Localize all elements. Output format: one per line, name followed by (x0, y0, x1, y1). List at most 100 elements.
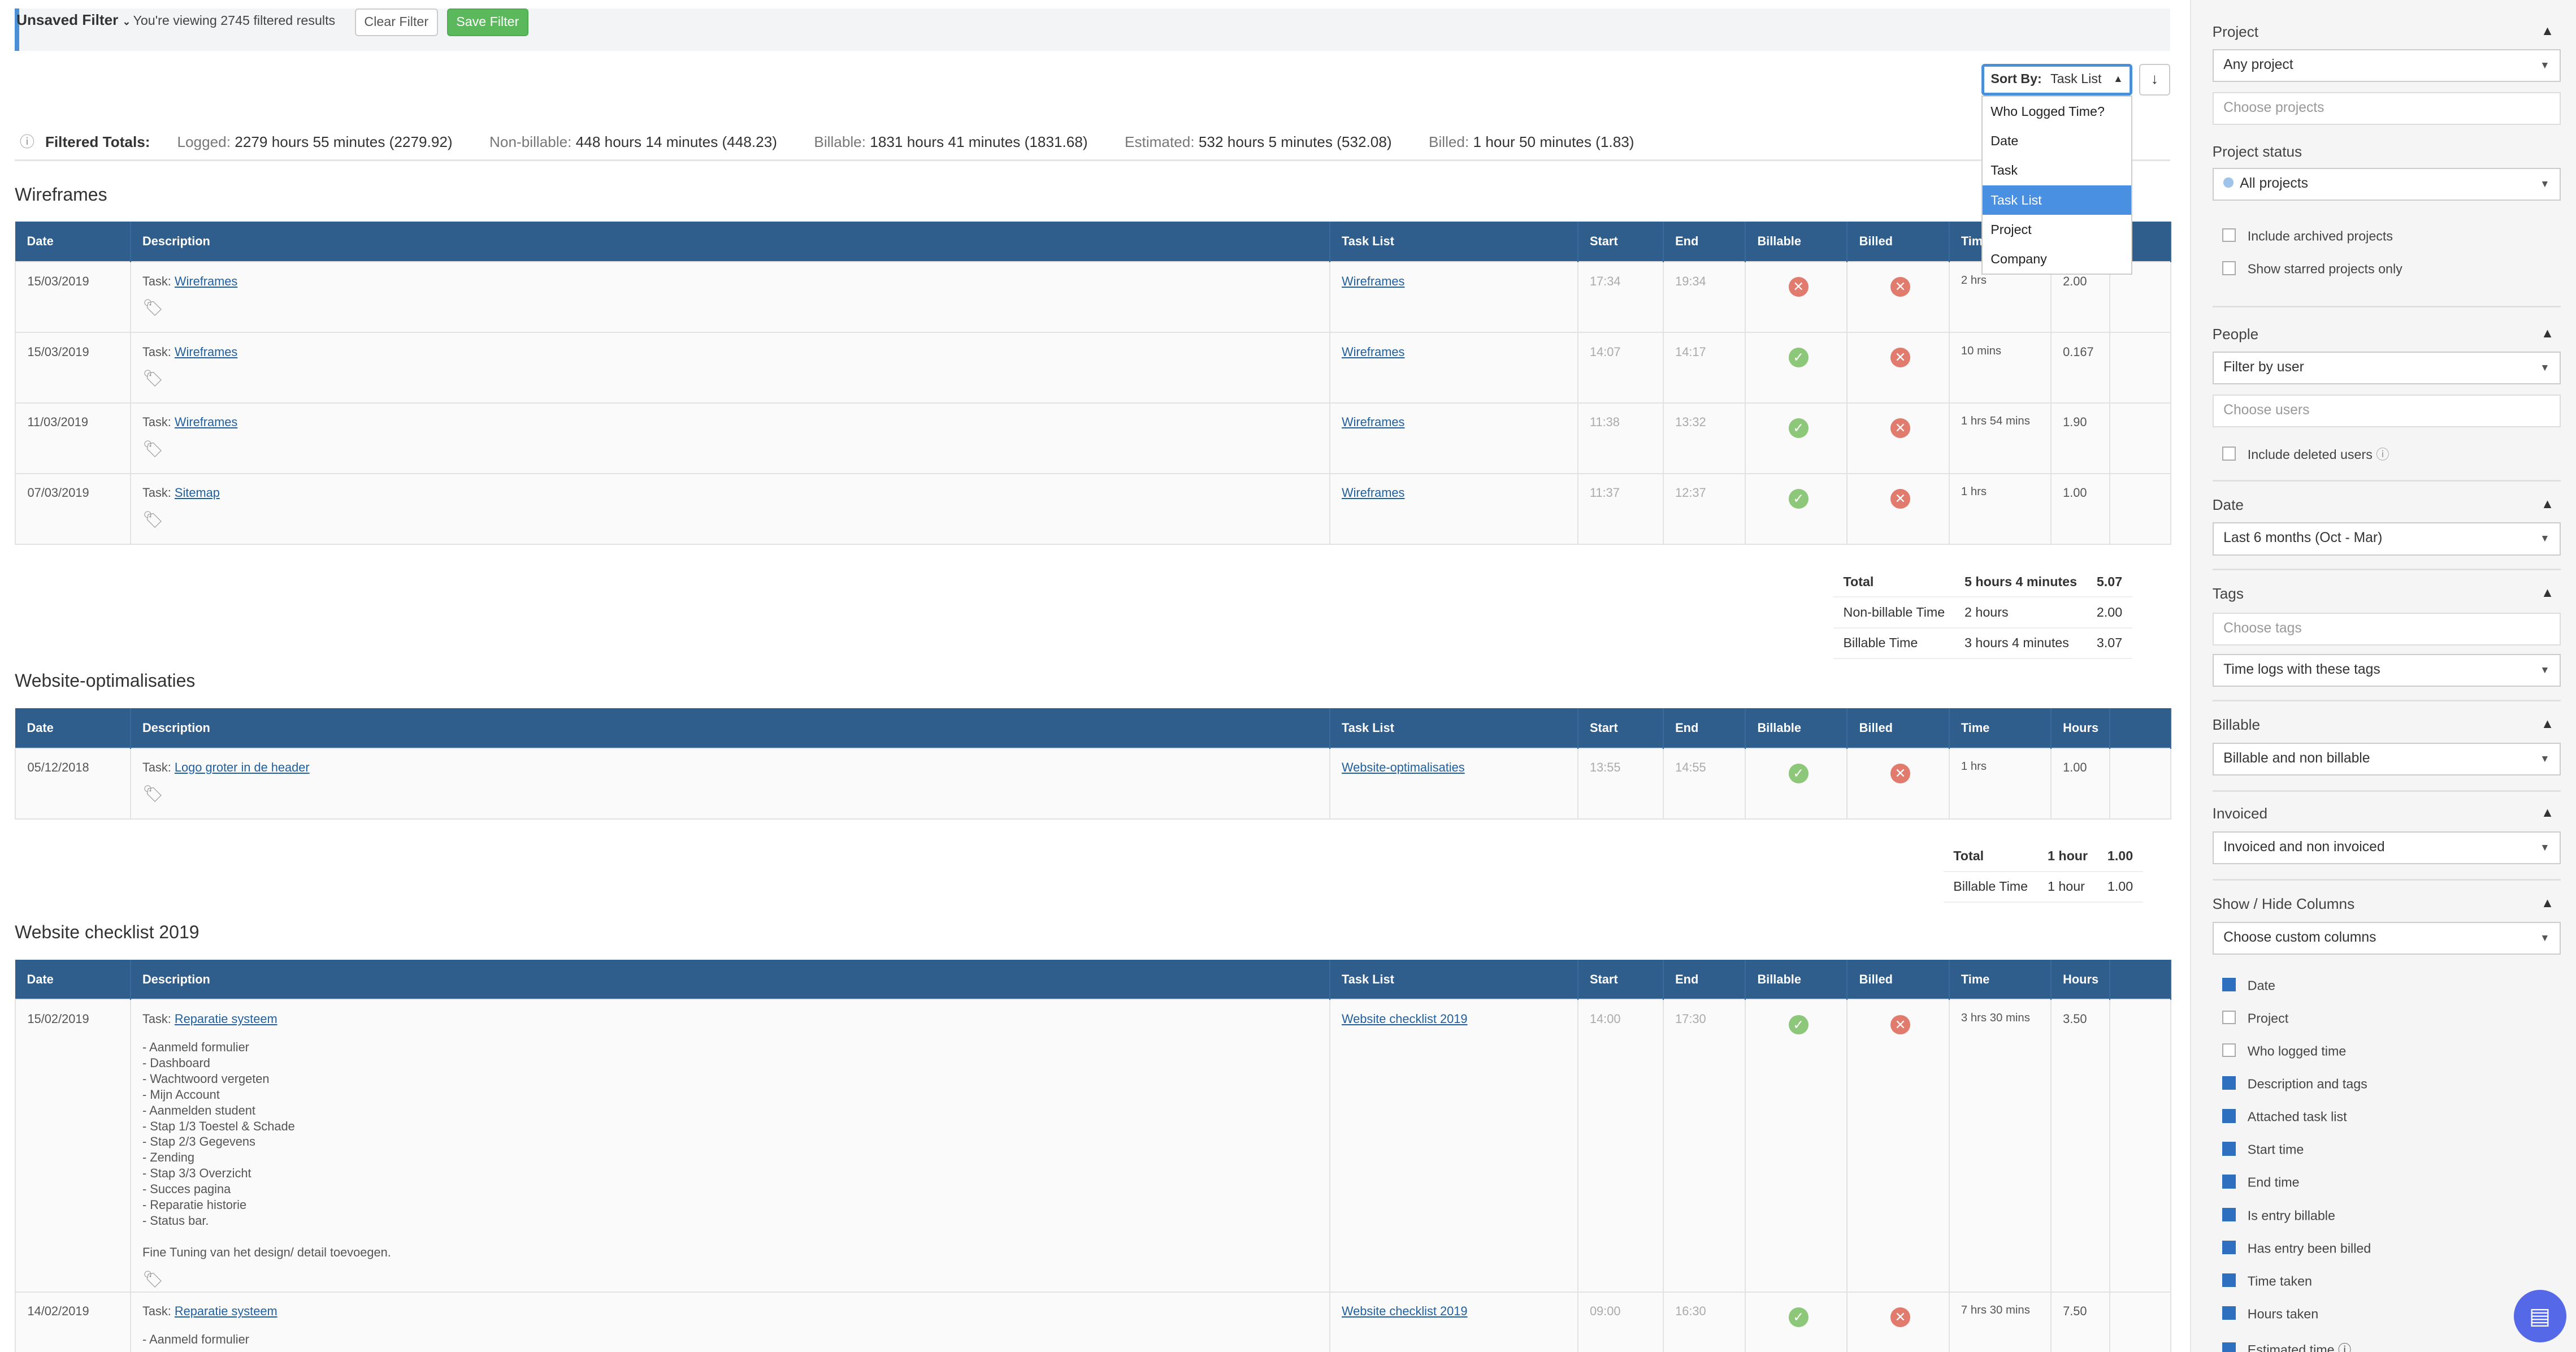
column-toggle-checkbox[interactable]: Time taken (2222, 1273, 2312, 1289)
check-circle-icon[interactable]: ✓ (1788, 1307, 1809, 1327)
task-list-link[interactable]: Website checklist 2019 (1342, 1012, 1468, 1026)
tag-icon[interactable]: 🏷 (142, 1270, 1317, 1289)
column-header[interactable]: Description (130, 708, 1330, 748)
column-toggle-checkbox[interactable]: Description and tags (2222, 1076, 2367, 1091)
column-header[interactable]: End (1663, 708, 1746, 748)
collapse-icon[interactable]: ▲ (2541, 496, 2554, 512)
column-toggle-checkbox[interactable]: Start time (2222, 1142, 2304, 1157)
sort-direction-button[interactable]: ↓ (2139, 64, 2170, 96)
check-circle-icon[interactable]: ✓ (1788, 763, 1809, 783)
tag-icon[interactable]: 🏷 (142, 298, 1317, 318)
task-link[interactable]: Wireframes (175, 345, 237, 359)
column-header[interactable]: Task List (1329, 959, 1578, 1000)
column-toggle-checkbox[interactable]: Attached task list (2222, 1109, 2347, 1124)
tag-icon[interactable]: 🏷 (142, 785, 1317, 804)
column-header[interactable]: Start (1577, 222, 1664, 262)
task-list-link[interactable]: Website-optimalisaties (1342, 760, 1465, 774)
column-toggle-checkbox[interactable]: End time (2222, 1175, 2300, 1190)
project-select[interactable]: Any project ▼ (2212, 49, 2561, 83)
clear-filter-button[interactable]: Clear Filter (354, 8, 438, 36)
date-range-select[interactable]: Last 6 months (Oct - Mar) ▼ (2212, 522, 2561, 556)
column-header[interactable]: Description (130, 222, 1330, 262)
column-header[interactable]: End (1663, 222, 1746, 262)
choose-users-input[interactable]: Choose users (2212, 394, 2561, 427)
column-header[interactable]: Billable (1745, 708, 1848, 748)
column-toggle-checkbox[interactable]: Is entry billable (2222, 1207, 2335, 1223)
project-status-select[interactable]: All projects ▼ (2212, 167, 2561, 201)
column-header[interactable]: Start (1577, 708, 1664, 748)
task-link[interactable]: Sitemap (175, 486, 220, 500)
task-list-link[interactable]: Wireframes (1342, 274, 1404, 288)
people-select[interactable]: Filter by user ▼ (2212, 352, 2561, 385)
tags-mode-select[interactable]: Time logs with these tags ▼ (2212, 653, 2561, 687)
help-widget-button[interactable]: ▤ (2513, 1289, 2566, 1342)
include-deleted-users-checkbox[interactable]: Include deleted users ⓘ (2222, 444, 2389, 463)
column-header[interactable]: Billed (1847, 959, 1950, 1000)
cross-circle-icon[interactable]: ✕ (1890, 1015, 1910, 1035)
cross-circle-icon[interactable]: ✕ (1890, 277, 1910, 297)
check-circle-icon[interactable]: ✓ (1788, 418, 1809, 439)
column-header[interactable]: Time (1949, 959, 2052, 1000)
sort-by-select[interactable]: Sort By: Task List ▲ (1981, 64, 2133, 96)
column-header[interactable]: Time (1949, 708, 2052, 748)
cross-circle-icon[interactable]: ✕ (1788, 277, 1809, 297)
column-toggle-checkbox[interactable]: Hours taken (2222, 1306, 2318, 1321)
collapse-icon[interactable]: ▲ (2541, 716, 2554, 731)
column-header[interactable]: Date (15, 959, 131, 1000)
task-link[interactable]: Reparatie systeem (175, 1012, 277, 1026)
task-link[interactable]: Reparatie systeem (175, 1304, 277, 1318)
sort-option[interactable]: Who Logged Time? (1983, 97, 2131, 126)
column-header[interactable]: Hours (2050, 708, 2111, 748)
collapse-icon[interactable]: ▲ (2541, 23, 2554, 38)
column-toggle-checkbox[interactable]: Who logged time (2222, 1043, 2346, 1059)
sort-option[interactable]: Task List (1982, 185, 2132, 215)
column-header[interactable]: Hours (2050, 959, 2111, 1000)
cross-circle-icon[interactable]: ✕ (1890, 348, 1910, 368)
collapse-icon[interactable]: ▲ (2541, 895, 2554, 911)
column-header[interactable]: Billable (1745, 222, 1848, 262)
column-header[interactable]: Billed (1847, 708, 1950, 748)
column-header[interactable]: Task List (1329, 222, 1578, 262)
cross-circle-icon[interactable]: ✕ (1890, 1307, 1910, 1327)
sort-option[interactable]: Date (1983, 126, 2131, 155)
column-header[interactable]: Date (15, 708, 131, 748)
custom-columns-select[interactable]: Choose custom columns ▼ (2212, 921, 2561, 955)
task-link[interactable]: Wireframes (175, 415, 237, 429)
invoiced-select[interactable]: Invoiced and non invoiced ▼ (2212, 831, 2561, 865)
unsaved-filter-dropdown[interactable]: Unsaved Filter ⌄ (16, 11, 131, 29)
column-toggle-checkbox[interactable]: Has entry been billed (2222, 1240, 2371, 1256)
check-circle-icon[interactable]: ✓ (1788, 489, 1809, 509)
cross-circle-icon[interactable]: ✕ (1890, 763, 1910, 783)
save-filter-button[interactable]: Save Filter (446, 8, 528, 36)
column-header[interactable]: End (1663, 959, 1746, 1000)
task-link[interactable]: Wireframes (175, 274, 237, 288)
column-header[interactable]: Description (130, 959, 1330, 1000)
column-header[interactable]: Billed (1847, 222, 1950, 262)
column-header[interactable]: Task List (1329, 708, 1578, 748)
column-header[interactable]: Start (1577, 959, 1664, 1000)
collapse-icon[interactable]: ▲ (2541, 585, 2554, 600)
choose-tags-input[interactable]: Choose tags (2212, 613, 2561, 646)
billable-select[interactable]: Billable and non billable ▼ (2212, 742, 2561, 776)
check-circle-icon[interactable]: ✓ (1788, 348, 1809, 368)
tag-icon[interactable]: 🏷 (142, 510, 1317, 530)
check-circle-icon[interactable]: ✓ (1788, 1015, 1809, 1035)
sort-option[interactable]: Project (1983, 215, 2131, 244)
column-toggle-checkbox[interactable]: Project (2222, 1010, 2288, 1026)
column-header[interactable]: Date (15, 222, 131, 262)
tag-icon[interactable]: 🏷 (142, 440, 1317, 459)
sort-option[interactable]: Task (1983, 155, 2131, 185)
tag-icon[interactable]: 🏷 (142, 369, 1317, 388)
choose-projects-input[interactable]: Choose projects (2212, 92, 2561, 125)
cross-circle-icon[interactable]: ✕ (1890, 489, 1910, 509)
task-list-link[interactable]: Website checklist 2019 (1342, 1304, 1468, 1318)
column-header[interactable]: Billable (1745, 959, 1848, 1000)
column-toggle-checkbox[interactable]: Date (2222, 977, 2275, 993)
task-list-link[interactable]: Wireframes (1342, 345, 1404, 359)
cross-circle-icon[interactable]: ✕ (1890, 418, 1910, 439)
task-link[interactable]: Logo groter in de header (175, 760, 310, 774)
sort-option[interactable]: Company (1983, 244, 2131, 274)
include-archived-checkbox[interactable]: Include archived projects (2222, 228, 2393, 244)
task-list-link[interactable]: Wireframes (1342, 486, 1404, 500)
starred-only-checkbox[interactable]: Show starred projects only (2222, 261, 2402, 276)
